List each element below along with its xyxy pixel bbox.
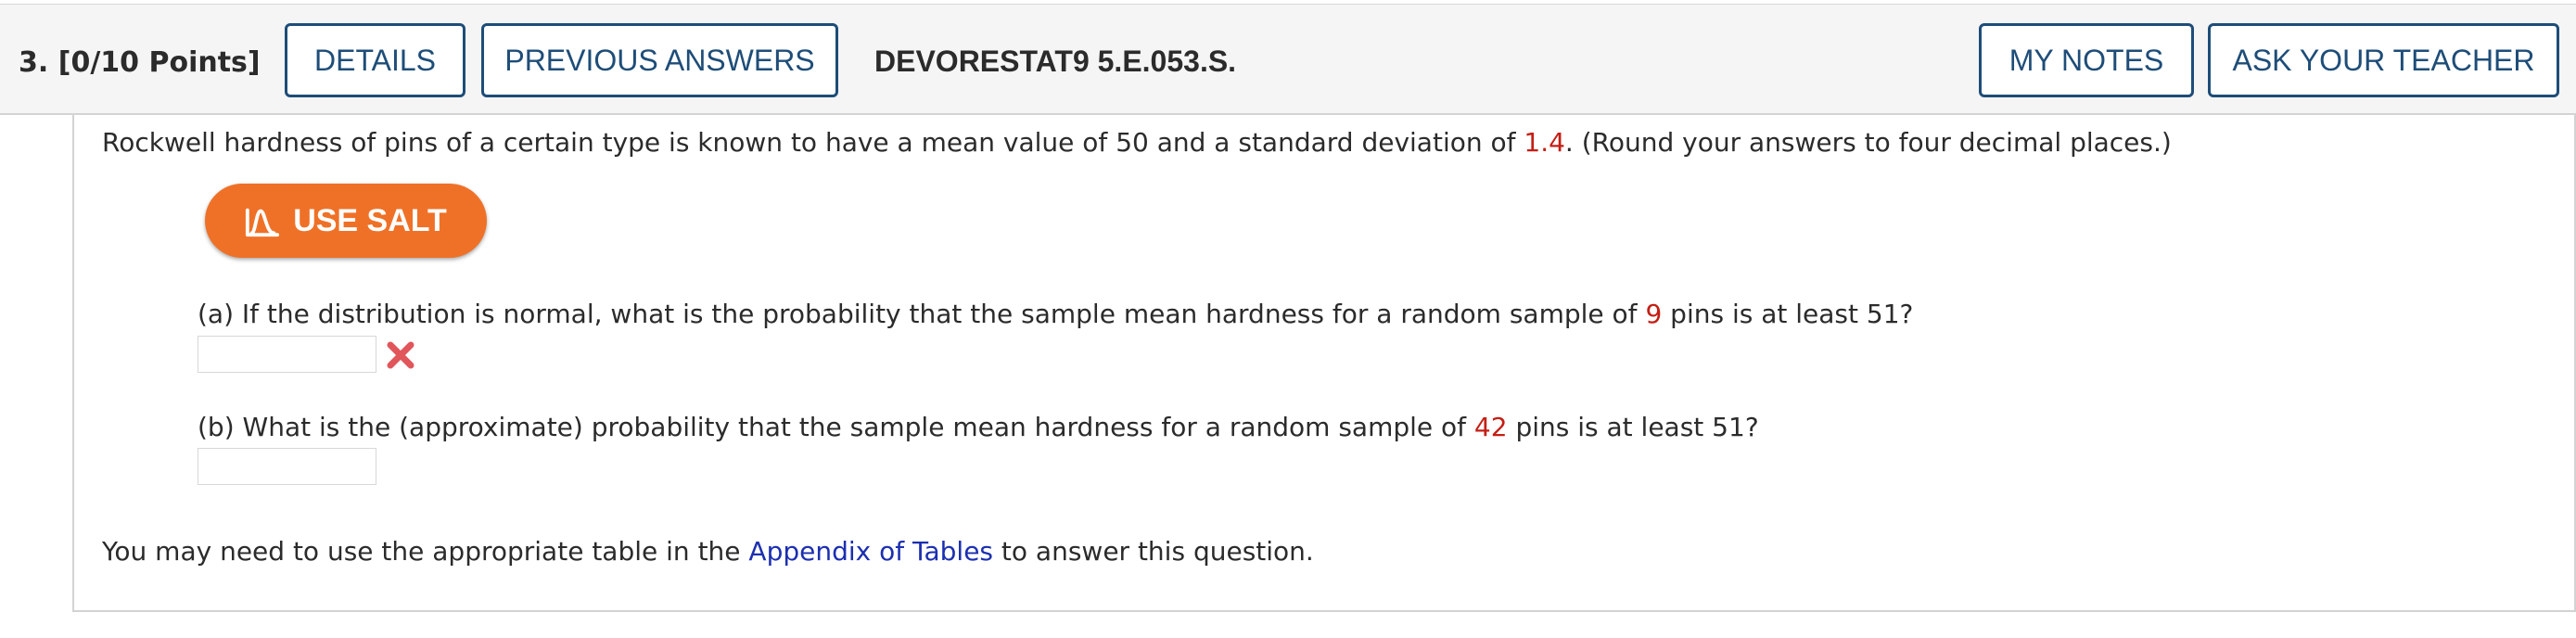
part-b-answer-input[interactable] — [198, 448, 376, 485]
points-badge: [0/10 Points] — [57, 46, 261, 79]
part-b-text-end: pins is at least 51? — [1507, 412, 1759, 442]
part-a-text: (a) If the distribution is normal, what … — [198, 299, 1646, 329]
salt-icon — [246, 208, 280, 237]
part-b-text: (b) What is the (approximate) probabilit… — [198, 412, 1474, 442]
statement-text: Rockwell hardness of pins of a certain t… — [102, 127, 1524, 158]
salt-label: USE SALT — [293, 202, 447, 238]
appendix-of-tables-link[interactable]: Appendix of Tables — [748, 536, 993, 567]
use-salt-button[interactable]: USE SALT — [205, 184, 487, 258]
question-header: 3. [0/10 Points] DETAILS PREVIOUS ANSWER… — [0, 4, 2576, 115]
question-number: 3. — [19, 46, 49, 79]
statement-text-end: . (Round your answers to four decimal pl… — [1564, 127, 2172, 158]
footer-text-end: to answer this question. — [993, 536, 1314, 567]
problem-statement: Rockwell hardness of pins of a certain t… — [102, 127, 2172, 158]
part-a-answer-input[interactable] — [198, 336, 376, 373]
details-button[interactable]: DETAILS — [285, 23, 465, 97]
question-label: 3. [0/10 Points] — [19, 46, 261, 79]
incorrect-x-icon — [387, 341, 414, 369]
my-notes-button[interactable]: MY NOTES — [1979, 23, 2194, 97]
part-b-question: (b) What is the (approximate) probabilit… — [198, 412, 1759, 442]
part-b-sample-size: 42 — [1473, 412, 1508, 442]
footer-note: You may need to use the appropriate tabl… — [102, 536, 1314, 567]
ask-your-teacher-button[interactable]: ASK YOUR TEACHER — [2208, 23, 2559, 97]
question-body: Rockwell hardness of pins of a certain t… — [72, 115, 2576, 612]
part-a-text-end: pins is at least 51? — [1662, 299, 1914, 329]
footer-text: You may need to use the appropriate tabl… — [102, 536, 749, 567]
problem-code: DEVORESTAT9 5.E.053.S. — [874, 45, 1237, 78]
part-a-sample-size: 9 — [1645, 299, 1663, 329]
previous-answers-button[interactable]: PREVIOUS ANSWERS — [481, 23, 838, 97]
sd-value: 1.4 — [1524, 127, 1565, 158]
part-a-question: (a) If the distribution is normal, what … — [198, 299, 1913, 329]
